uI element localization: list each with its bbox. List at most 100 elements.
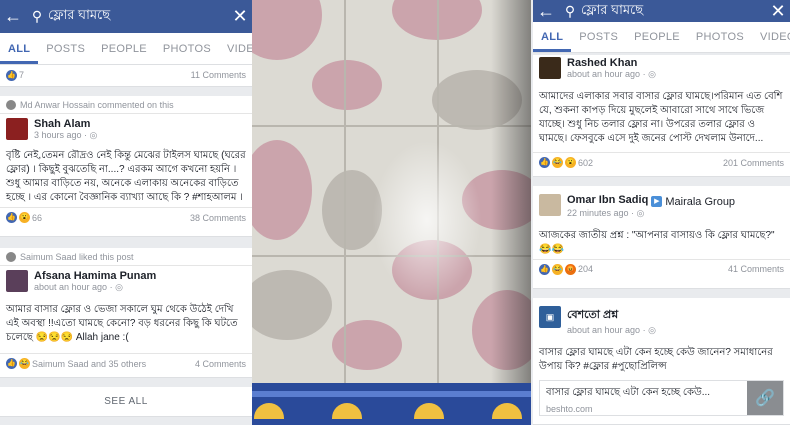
sunburst-motif xyxy=(332,403,362,419)
comment-count[interactable]: 4 Comments xyxy=(195,359,246,369)
like-icon: 👍 xyxy=(6,358,17,369)
floor-tile-photo xyxy=(252,0,531,425)
reaction-summary[interactable]: Saimum Saad and 35 others xyxy=(32,359,146,369)
page-logo[interactable]: ▣ xyxy=(539,306,561,328)
post-card: Rashed Khan about an hour ago · ◎ আমাদের… xyxy=(533,55,790,177)
avatar[interactable] xyxy=(539,194,561,216)
tile-wall xyxy=(252,0,531,425)
tab-all[interactable]: ALL xyxy=(0,43,39,64)
search-bar: ← ⚲ ফ্লোর ঘামছে ✕ xyxy=(533,0,790,22)
search-tabs: ALL POSTS PEOPLE PHOTOS VIDEOS xyxy=(533,22,790,53)
close-icon[interactable]: ✕ xyxy=(228,6,252,27)
post-text: বৃষ্টি নেই,তেমন রৌদ্রও নেই কিন্তু মেঝের … xyxy=(6,150,246,203)
arrow-right-icon: ▶ xyxy=(651,196,663,207)
globe-icon: ◎ xyxy=(89,130,98,140)
search-input[interactable]: ফ্লোর ঘামছে xyxy=(48,6,228,27)
reaction-count[interactable]: 7 xyxy=(19,70,24,80)
tile-grout-line xyxy=(344,0,346,383)
comment-count[interactable]: 38 Comments xyxy=(190,213,246,223)
sunburst-motif xyxy=(254,403,284,419)
haha-icon: 😂 xyxy=(552,263,563,275)
post-time: 22 minutes ago · ◎ xyxy=(567,207,645,218)
tab-photos[interactable]: PHOTOS xyxy=(688,31,752,52)
reaction-count[interactable]: 204 xyxy=(578,264,593,274)
border-stripe xyxy=(252,391,531,397)
post-text: আমার বাসার ফ্লোর ও ভেজা সকালে ঘুম থেকে উ… xyxy=(6,304,238,343)
comment-count[interactable]: 201 Comments xyxy=(723,158,784,168)
like-icon: 👍 xyxy=(6,212,17,223)
liker-avatar-icon xyxy=(6,251,16,262)
comment-count[interactable]: 41 Comments xyxy=(728,264,784,274)
tile-pattern-shape xyxy=(332,320,402,370)
tile-pattern-shape xyxy=(252,140,312,240)
tab-photos[interactable]: PHOTOS xyxy=(155,43,219,64)
author-name[interactable]: Rashed Khan xyxy=(567,57,656,69)
tab-people[interactable]: PEOPLE xyxy=(626,31,688,52)
wet-reflection xyxy=(372,140,482,300)
reaction-count[interactable]: 602 xyxy=(578,158,593,168)
comment-count[interactable]: 11 Comments xyxy=(191,70,246,80)
activity-text: Saimum Saad liked this post xyxy=(20,251,134,262)
like-icon: 👍 xyxy=(539,157,550,168)
link-domain: beshto.com xyxy=(546,404,593,414)
tab-people[interactable]: PEOPLE xyxy=(93,43,155,64)
post-text: আজকের জাতীয় প্রশ্ন : "আপনার বাসায়ও কি … xyxy=(539,229,775,255)
see-all-button[interactable]: SEE ALL xyxy=(104,396,148,407)
tile-pattern-shape xyxy=(252,0,322,60)
previous-post-footer: 👍 7 11 Comments xyxy=(0,65,252,87)
tile-pattern-shape xyxy=(312,60,382,110)
shadow xyxy=(491,0,531,383)
search-input[interactable]: ফ্লোর ঘামছে xyxy=(581,1,766,22)
tile-pattern-shape xyxy=(252,270,332,340)
search-bar: ← ⚲ ফ্লোর ঘামছে ✕ xyxy=(0,0,252,33)
post-text: বাসার ফ্লোর ঘামছে এটা কেন হচ্ছে কেউ জানে… xyxy=(539,347,773,372)
tab-all[interactable]: ALL xyxy=(533,31,572,52)
tab-posts[interactable]: POSTS xyxy=(38,43,93,64)
left-screenshot: ← ⚲ ফ্লোর ঘামছে ✕ ALL POSTS PEOPLE PHOTO… xyxy=(0,0,252,425)
post-card: ▣ বেশতো প্রশ্ন about an hour ago · ◎ বাস… xyxy=(533,298,790,425)
like-icon: 👍 xyxy=(539,263,550,275)
tab-posts[interactable]: POSTS xyxy=(571,31,626,52)
post-time: about an hour ago · ◎ xyxy=(34,282,123,292)
post-time: about an hour ago · ◎ xyxy=(567,69,656,79)
link-icon: 🔗 xyxy=(747,381,783,415)
wow-icon: 😮 xyxy=(19,212,30,223)
back-arrow-icon[interactable]: ← xyxy=(0,6,26,27)
search-icon: ⚲ xyxy=(31,8,43,24)
link-title: বাসার ফ্লোর ঘামছে এটা কেন হচ্ছে কেউ... xyxy=(546,387,711,398)
post-card: Omar Ibn Sadiq ▶ Mairala Group 22 minute… xyxy=(533,186,790,289)
search-icon: ⚲ xyxy=(564,2,576,19)
author-name[interactable]: বেশতো প্রশ্ন xyxy=(567,306,656,325)
back-arrow-icon[interactable]: ← xyxy=(533,1,559,22)
tile-grout-line xyxy=(252,125,531,127)
sunburst-motif xyxy=(414,403,444,419)
close-icon[interactable]: ✕ xyxy=(766,1,790,22)
globe-icon: ◎ xyxy=(648,69,656,79)
post-time: about an hour ago · ◎ xyxy=(567,325,656,335)
tab-videos[interactable]: VIDEOS xyxy=(752,31,790,52)
haha-icon: 😂 xyxy=(552,157,563,168)
author-name[interactable]: Afsana Hamima Punam xyxy=(34,270,156,282)
avatar[interactable] xyxy=(6,118,28,140)
link-preview[interactable]: বাসার ফ্লোর ঘামছে এটা কেন হচ্ছে কেউ... b… xyxy=(539,380,784,416)
haha-icon: 😂 xyxy=(19,358,30,369)
avatar[interactable] xyxy=(539,57,561,79)
globe-icon: ◎ xyxy=(636,207,645,218)
sunburst-motif xyxy=(492,403,522,419)
post-time: 3 hours ago · ◎ xyxy=(34,130,98,140)
globe-icon: ◎ xyxy=(115,282,123,292)
search-tabs: ALL POSTS PEOPLE PHOTOS VIDEOS xyxy=(0,33,252,65)
activity-text: Md Anwar Hossain commented on this xyxy=(20,99,174,110)
post-card: Saimum Saad liked this post Afsana Hamim… xyxy=(0,248,252,378)
author-name[interactable]: Shah Alam xyxy=(34,118,97,130)
tab-videos[interactable]: VIDEOS xyxy=(219,43,252,64)
post-card: Md Anwar Hossain commented on this Shah … xyxy=(0,96,252,237)
see-all-card: SEE ALL xyxy=(0,387,252,417)
author-name[interactable]: Omar Ibn Sadiq xyxy=(567,194,648,206)
decorative-border-tiles xyxy=(252,383,531,425)
wow-icon: 😮 xyxy=(565,157,576,168)
avatar[interactable] xyxy=(6,270,28,292)
group-name[interactable]: Mairala Group xyxy=(665,196,735,208)
commenter-avatar-icon xyxy=(6,99,16,110)
reaction-count[interactable]: 66 xyxy=(32,213,42,223)
